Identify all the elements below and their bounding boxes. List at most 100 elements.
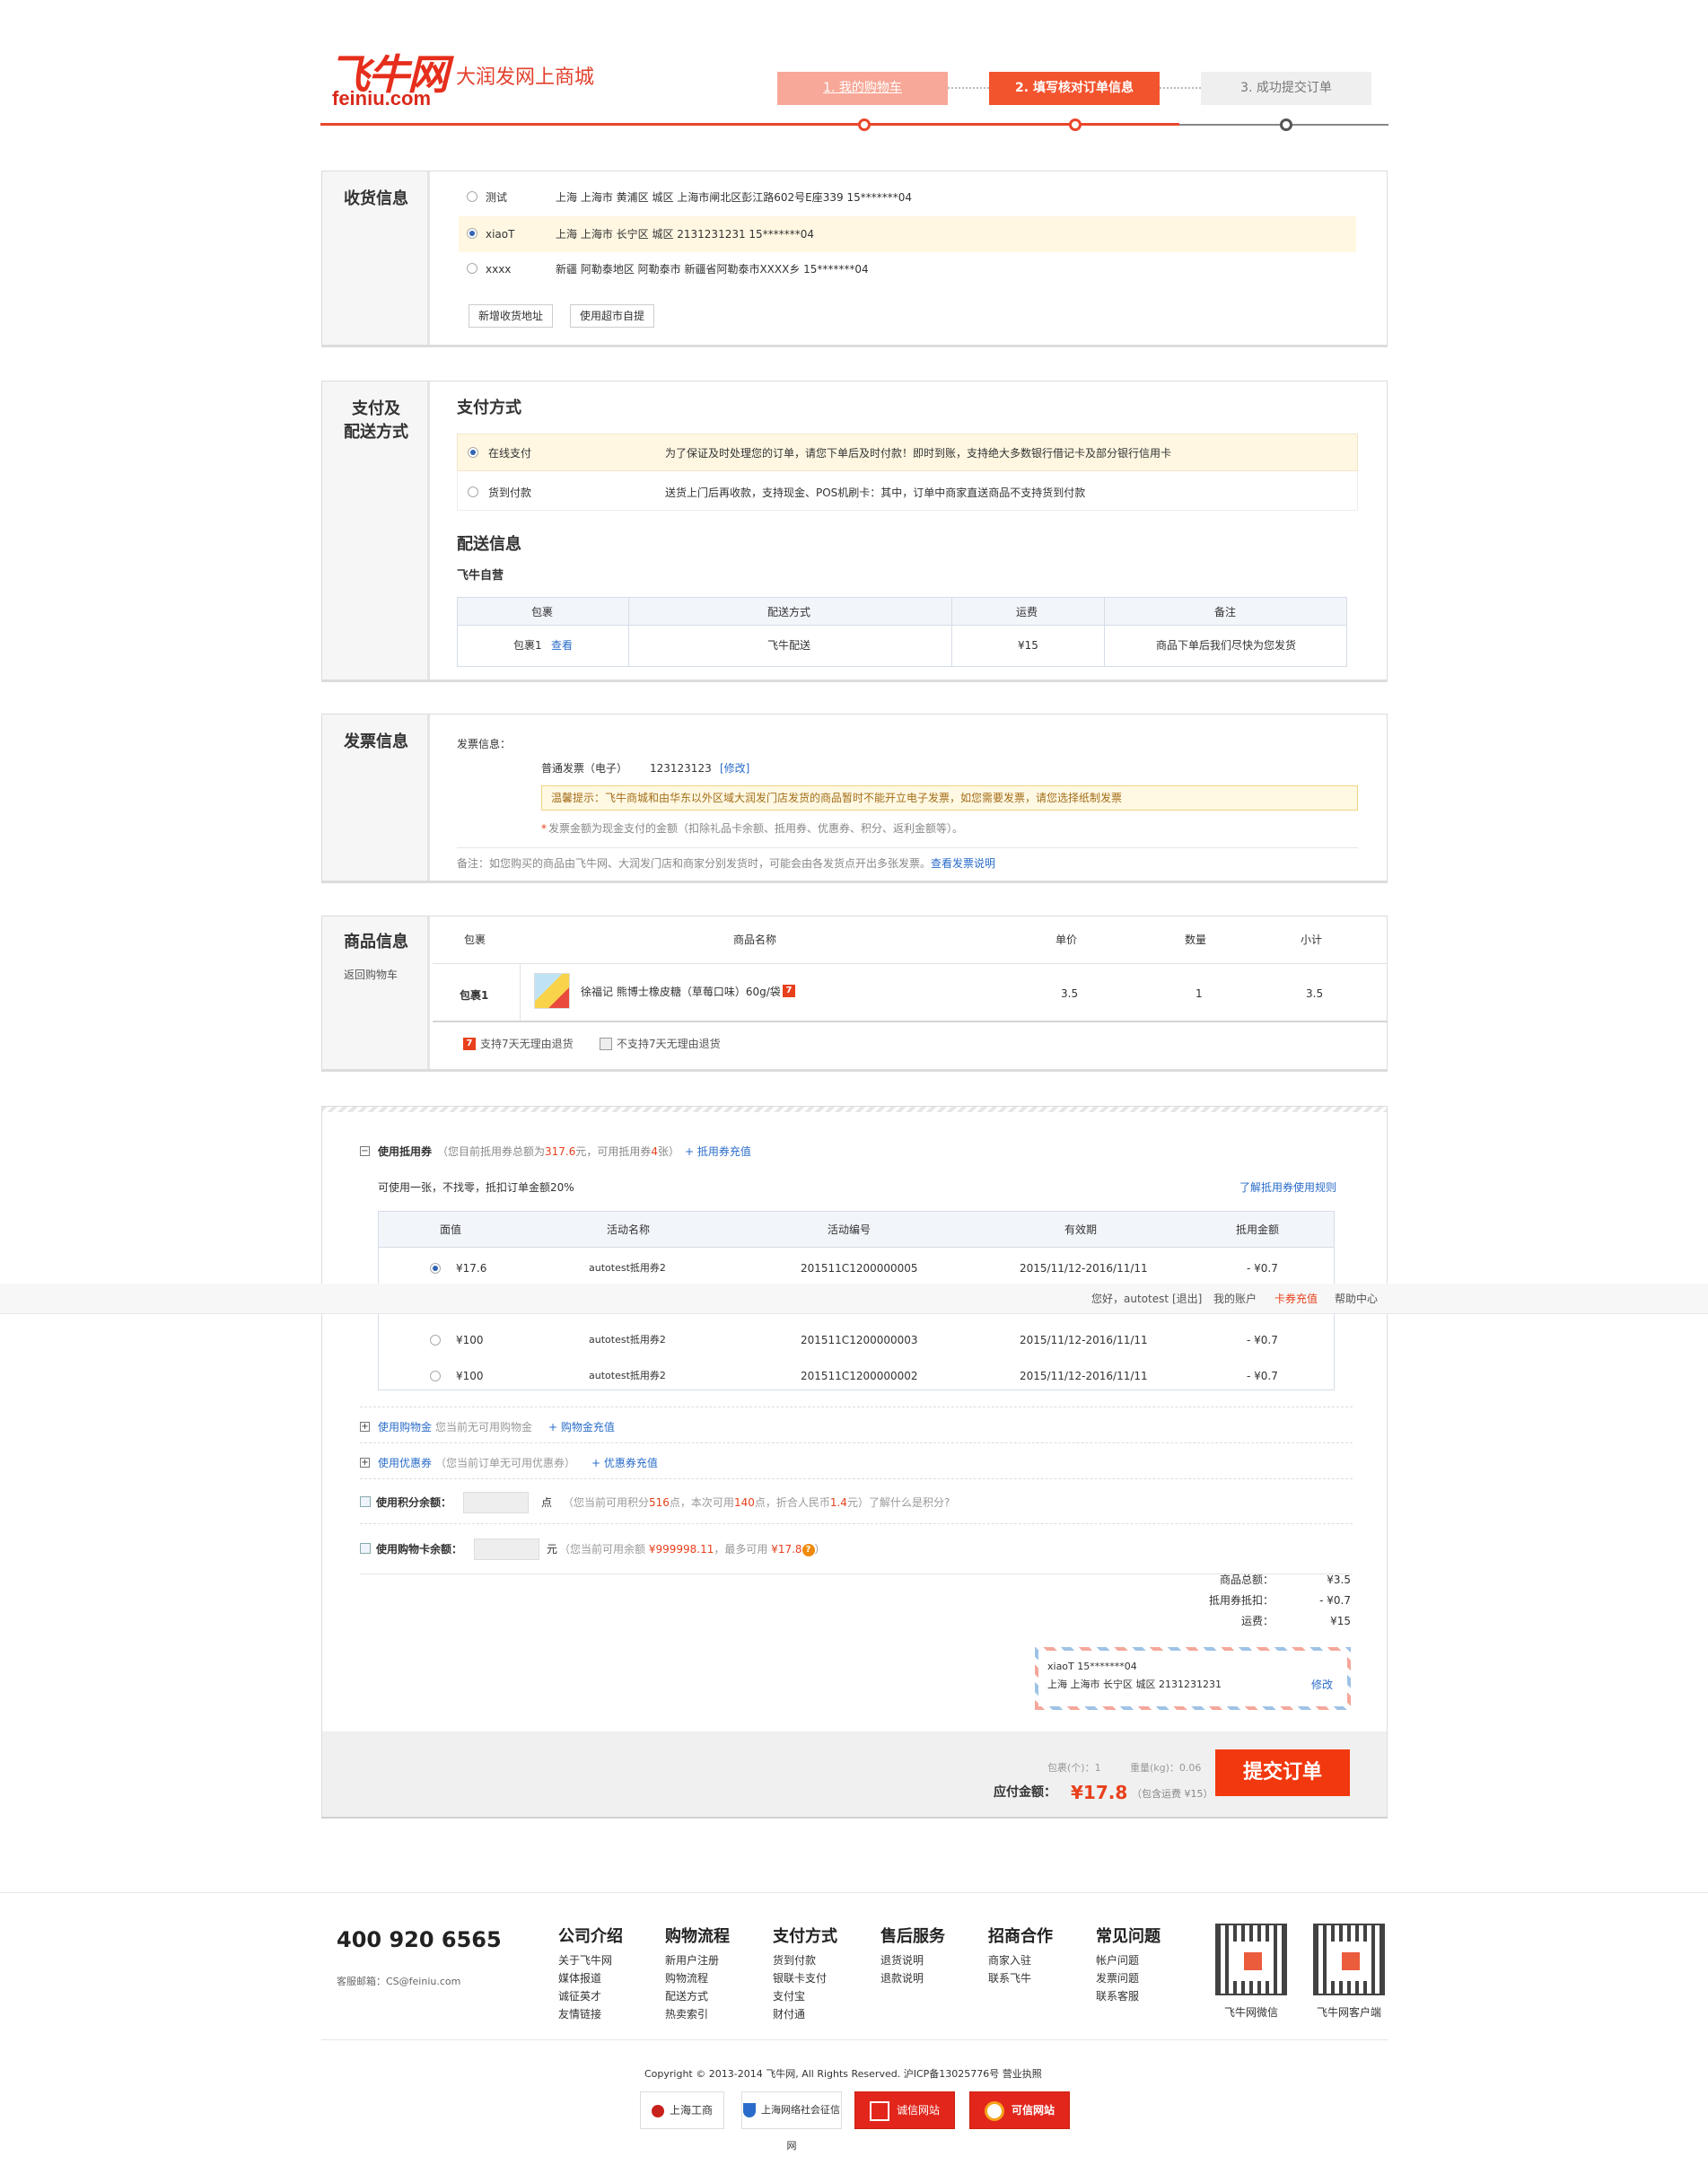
invoice-label: 发票信息： <box>457 738 512 750</box>
address-name: xxxx <box>486 263 512 276</box>
expand-icon[interactable]: + <box>360 1458 370 1468</box>
payable-label: 应付金额： <box>994 1785 1056 1800</box>
step-confirm-order: 2. 填写核对订单信息 <box>989 72 1160 105</box>
coupon-count: 4 <box>651 1145 659 1158</box>
discount-recharge-link[interactable]: + 优惠券充值 <box>591 1456 658 1470</box>
back-to-cart-link[interactable]: 返回购物车 <box>344 967 398 982</box>
expand-icon[interactable]: + <box>360 1422 370 1432</box>
footer-link[interactable]: 货到付款 <box>773 1952 816 1968</box>
product-thumbnail[interactable] <box>534 973 570 1009</box>
points-rmb: 1.4 <box>829 1496 847 1509</box>
address-detail: 上海 上海市 黄浦区 城区 上海市闸北区彭江路602号E座339 15*****… <box>556 191 913 204</box>
coupon-radio[interactable] <box>430 1263 441 1274</box>
coupon-rule-link[interactable]: 了解抵用券使用规则 <box>1239 1180 1336 1195</box>
delivery-note: 商品下单后我们尽快为您发货 <box>1156 639 1297 652</box>
footer-link[interactable]: 发票问题 <box>1096 1970 1139 1986</box>
footer-link[interactable]: 关于飞牛网 <box>558 1952 612 1968</box>
payable-amount: ¥17.8 <box>1071 1782 1128 1803</box>
discount-toggle[interactable]: 使用优惠券 <box>378 1456 432 1470</box>
footer-col-title: 售后服务 <box>880 1927 945 1946</box>
store-pickup-button[interactable]: 使用超市自提 <box>570 304 655 328</box>
coupon-value: ¥100 <box>456 1334 484 1346</box>
giftcard-checkbox[interactable] <box>360 1543 371 1554</box>
delivery-heading: 配送信息 <box>457 535 521 554</box>
submit-bar: 包裹(个)：1 重量(kg)：0.06 应付金额： ¥17.8 （包含运费 ¥1… <box>322 1731 1387 1817</box>
zigzag-edge <box>322 1107 1387 1112</box>
badge-credit-net[interactable]: 上海网络社会征信网 <box>741 2091 842 2152</box>
footer-link[interactable]: 友情链接 <box>558 2006 601 2021</box>
table-header: 有效期 <box>1064 1223 1098 1236</box>
footer-link[interactable]: 财付通 <box>773 2006 805 2021</box>
my-account-link[interactable]: 我的账户 <box>1213 1292 1257 1306</box>
table-header: 单价 <box>1055 934 1078 946</box>
product-name-link[interactable]: 徐福记 熊博士橡皮糖（草莓口味）60g/袋 <box>581 985 781 999</box>
footer-link[interactable]: 热卖索引 <box>665 2006 708 2021</box>
help-icon[interactable]: ? <box>801 1543 815 1556</box>
coupon-rule: 可使用一张，不找零，抵扣订单金额20% <box>378 1181 574 1194</box>
footer-link[interactable]: 商家入驻 <box>988 1952 1031 1968</box>
collapse-icon[interactable]: − <box>360 1146 370 1156</box>
footer-link[interactable]: 购物流程 <box>665 1970 708 1986</box>
giftcard-label: 使用购物卡余额： <box>376 1543 463 1556</box>
footer-link[interactable]: 联系飞牛 <box>988 1970 1031 1986</box>
footer-link[interactable]: 退款说明 <box>880 1970 924 1986</box>
points-unit: 点 <box>541 1496 553 1509</box>
address-name: xiaoT <box>486 228 515 241</box>
delivery-method: 飞牛配送 <box>767 639 811 652</box>
package-name: 包裹1 <box>460 989 489 1002</box>
invoice-help-link[interactable]: 查看发票说明 <box>931 856 995 871</box>
section-title: 收货信息 <box>344 189 408 208</box>
coupon-recharge-link[interactable]: + 抵用券充值 <box>685 1144 751 1159</box>
coupon-radio[interactable] <box>430 1335 441 1346</box>
invoice-remark: 备注：如您购买的商品由飞牛网、大润发门店和商家分别发货时，可能会由各发货点开出多… <box>457 857 932 870</box>
ship-to-card: xiaoT 15*******04 上海 上海市 长宁区 城区 21312312… <box>1035 1647 1351 1710</box>
footer-link[interactable]: 支付宝 <box>773 1988 805 2003</box>
table-header: 包裹 <box>531 606 554 618</box>
app-qr-code <box>1313 1924 1385 1995</box>
badge-sh-gongshang[interactable]: 上海工商 <box>640 2091 724 2129</box>
footer-link[interactable]: 联系客服 <box>1096 1988 1139 2003</box>
ship-to-address: 上海 上海市 长宁区 城区 2131231231 <box>1047 1679 1222 1690</box>
address-radio[interactable] <box>467 263 477 274</box>
add-address-button[interactable]: 新增收货地址 <box>469 304 554 328</box>
card-recharge-link[interactable]: 卡券充值 <box>1274 1292 1318 1306</box>
footer-link[interactable]: 银联卡支付 <box>773 1970 827 1986</box>
payment-section: 支付及 配送方式 支付方式 在线支付 为了保证及时处理您的订单，请您下单后及时付… <box>321 381 1388 682</box>
step-cart[interactable]: 1. 我的购物车 <box>777 72 948 105</box>
pay-online-radio[interactable] <box>468 447 478 458</box>
view-package-link[interactable]: 查看 <box>551 638 573 653</box>
step-connector <box>1160 87 1201 89</box>
total-value: - ¥0.7 <box>1319 1594 1351 1607</box>
invoice-tip: 温馨提示：飞牛商城和由华东以外区域大润发门店发货的商品暂时不能开立电子发票，如您… <box>541 785 1358 811</box>
ship-to-edit-link[interactable]: 修改 <box>1311 1678 1333 1692</box>
submit-order-button[interactable]: 提交订单 <box>1215 1749 1350 1796</box>
verified-icon <box>984 2100 1004 2121</box>
table-header: 运费 <box>1016 606 1038 618</box>
pay-cod-radio[interactable] <box>468 487 478 497</box>
footer-link[interactable]: 退货说明 <box>880 1952 924 1968</box>
footer-col-title: 公司介绍 <box>558 1927 623 1946</box>
footer-link[interactable]: 帐户问题 <box>1096 1952 1139 1968</box>
step-submit-success: 3. 成功提交订单 <box>1201 72 1371 105</box>
badge-trusted-site[interactable]: 诚信网站 <box>854 2091 955 2129</box>
product-subtotal: 3.5 <box>1306 987 1324 1000</box>
footer-link[interactable]: 媒体报道 <box>558 1970 601 1986</box>
address-radio[interactable] <box>467 191 477 202</box>
footer-link[interactable]: 配送方式 <box>665 1988 708 2003</box>
giftcard-input[interactable] <box>474 1538 539 1560</box>
footer-link[interactable]: 诚征英才 <box>558 1988 601 2003</box>
shopping-money-toggle[interactable]: 使用购物金 <box>378 1420 432 1434</box>
points-input[interactable] <box>463 1492 529 1513</box>
footer-link[interactable]: 新用户注册 <box>665 1952 719 1968</box>
logout-link[interactable]: [退出] <box>1172 1292 1202 1306</box>
coupon-radio[interactable] <box>430 1371 441 1381</box>
points-checkbox[interactable] <box>360 1496 371 1507</box>
coupon-name: autotest抵用券2 <box>589 1262 666 1274</box>
points-label: 使用积分余额： <box>376 1496 452 1509</box>
shopping-money-recharge-link[interactable]: + 购物金充值 <box>548 1420 615 1434</box>
progress-bar-done <box>320 123 1179 126</box>
address-radio[interactable] <box>467 228 477 239</box>
help-center-link[interactable]: 帮助中心 <box>1335 1292 1378 1306</box>
badge-verified-site[interactable]: 可信网站 <box>969 2091 1070 2129</box>
invoice-edit-link[interactable]: [修改] <box>720 761 749 776</box>
